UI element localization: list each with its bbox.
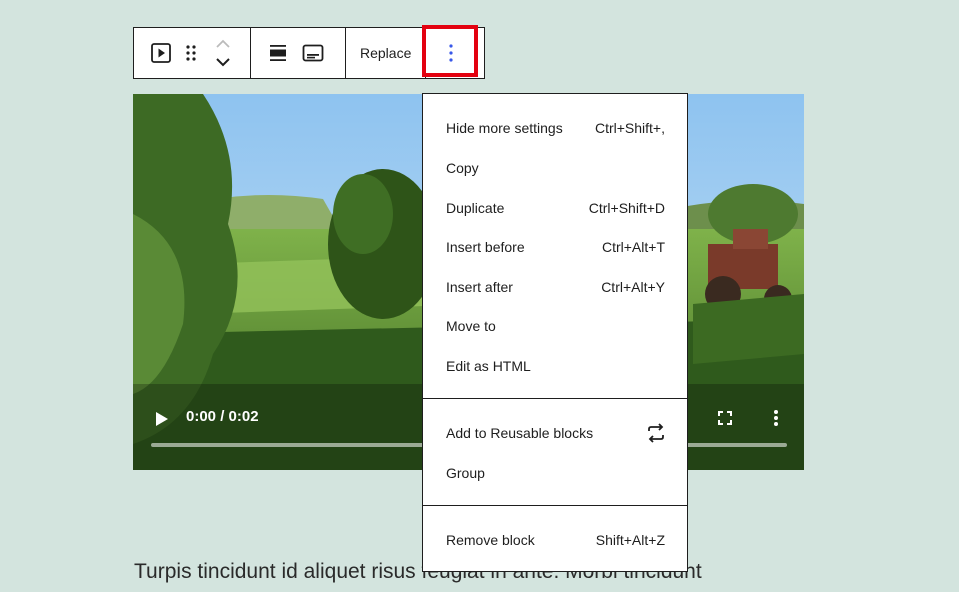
- menu-item-shortcut: Ctrl+Shift+D: [588, 200, 665, 216]
- menu-item-hide-more-settings[interactable]: Hide more settings Ctrl+Shift+,: [423, 108, 687, 148]
- video-block-icon: [151, 43, 171, 63]
- block-options-menu: Hide more settings Ctrl+Shift+, Copy Dup…: [422, 93, 688, 572]
- menu-item-remove-block[interactable]: Remove block Shift+Alt+Z: [423, 520, 687, 560]
- more-options-icon: [449, 44, 453, 62]
- more-options-button[interactable]: [422, 25, 484, 78]
- menu-item-label: Move to: [446, 318, 496, 334]
- toolbar-group-block: [134, 28, 251, 78]
- drag-handle-button[interactable]: [176, 28, 206, 78]
- menu-separator: [423, 505, 687, 506]
- align-button[interactable]: [263, 28, 293, 78]
- move-down-icon: [216, 58, 230, 67]
- menu-item-duplicate[interactable]: Duplicate Ctrl+Shift+D: [423, 188, 687, 228]
- block-mover: [206, 28, 240, 78]
- video-more-icon[interactable]: [773, 409, 779, 427]
- play-icon[interactable]: [155, 411, 169, 427]
- move-up-icon: [216, 39, 230, 48]
- menu-separator: [423, 398, 687, 399]
- reusable-block-icon: [648, 423, 664, 443]
- toolbar-group-replace: Replace: [346, 28, 427, 78]
- block-toolbar: Replace: [133, 25, 486, 79]
- video-time: 0:00 / 0:02: [186, 408, 259, 425]
- menu-item-label: Duplicate: [446, 200, 505, 216]
- menu-item-label: Insert before: [446, 239, 525, 255]
- move-down-button[interactable]: [215, 53, 231, 71]
- menu-item-label: Hide more settings: [446, 120, 563, 136]
- drag-handle-icon: [186, 45, 196, 61]
- block-type-button[interactable]: [146, 28, 176, 78]
- toolbar-group-more: [422, 25, 484, 78]
- menu-item-label: Remove block: [446, 532, 535, 548]
- align-wide-icon: [270, 45, 286, 61]
- fullscreen-icon[interactable]: [718, 411, 732, 425]
- toolbar-group-align: [251, 28, 346, 78]
- replace-button[interactable]: Replace: [346, 28, 425, 78]
- menu-item-copy[interactable]: Copy: [423, 148, 687, 188]
- menu-item-shortcut: Ctrl+Shift+,: [594, 120, 665, 136]
- menu-item-shortcut: Ctrl+Alt+T: [601, 239, 665, 255]
- menu-item-shortcut: Shift+Alt+Z: [595, 532, 665, 548]
- menu-item-move-to[interactable]: Move to: [423, 306, 687, 346]
- menu-item-label: Copy: [446, 160, 479, 176]
- menu-item-insert-before[interactable]: Insert before Ctrl+Alt+T: [423, 227, 687, 267]
- menu-item-group[interactable]: Group: [423, 453, 687, 493]
- menu-item-label: Add to Reusable blocks: [446, 425, 594, 441]
- menu-item-shortcut: Ctrl+Alt+Y: [601, 279, 665, 295]
- move-up-button[interactable]: [215, 35, 231, 53]
- menu-item-label: Group: [446, 465, 485, 481]
- menu-item-label: Insert after: [446, 279, 513, 295]
- caption-button[interactable]: [293, 28, 333, 78]
- menu-item-insert-after[interactable]: Insert after Ctrl+Alt+Y: [423, 267, 687, 307]
- menu-item-edit-as-html[interactable]: Edit as HTML: [423, 346, 687, 386]
- menu-item-label: Edit as HTML: [446, 358, 531, 374]
- menu-item-add-to-reusable-blocks[interactable]: Add to Reusable blocks: [423, 413, 687, 453]
- caption-icon: [302, 44, 324, 62]
